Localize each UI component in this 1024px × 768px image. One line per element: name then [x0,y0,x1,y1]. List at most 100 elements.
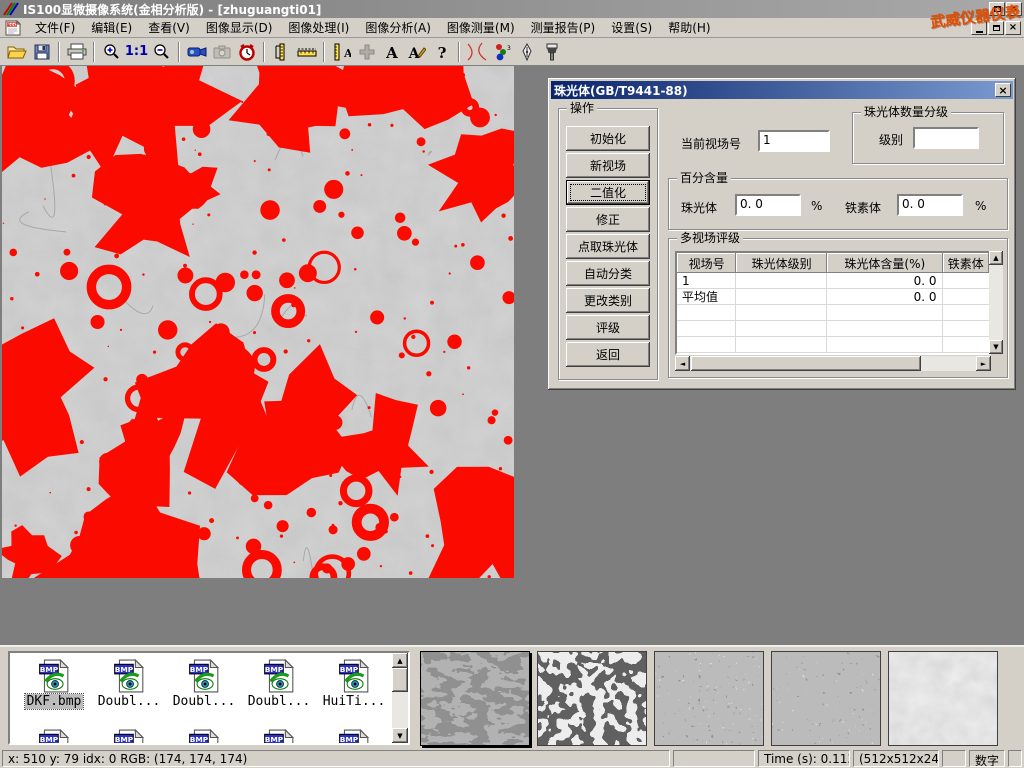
text-icon: A [384,44,400,60]
phase-classify-button[interactable]: 3 [489,40,514,64]
file-list-scrollbar[interactable]: ▲ ▼ [392,653,408,743]
menu-item-file[interactable]: 文件(F) [28,17,82,38]
scroll-right-button[interactable]: ► [976,356,991,371]
file-item[interactable] [18,729,90,745]
pearlite-input[interactable]: 0. 0 [735,194,801,216]
ferrite-unit: % [975,199,986,213]
file-list[interactable]: DKF.bmp Doubl... Doubl... Doubl... HuiTi… [8,651,410,745]
thumbnail-image-1[interactable] [420,651,530,746]
scroll-left-button[interactable]: ◄ [675,356,690,371]
timer-button[interactable] [234,40,259,64]
correct-button[interactable]: 修正 [566,207,650,232]
menu-item-image-analysis[interactable]: 图像分析(A) [358,17,438,38]
change-class-button[interactable]: 更改类别 [566,288,650,313]
return-button[interactable]: 返回 [566,342,650,367]
menu-item-measure-report[interactable]: 测量报告(P) [524,17,603,38]
move-cross-button[interactable] [354,40,379,64]
scrollbar-thumb[interactable] [392,668,408,692]
bmp-file-icon [337,659,371,693]
actual-size-button[interactable]: 1:1 [124,40,149,64]
auto-classify-button[interactable]: 自动分类 [566,261,650,286]
micrograph-image[interactable] [2,66,514,578]
menu-item-image-processing[interactable]: 图像处理(I) [281,17,356,38]
caliper-button[interactable] [269,40,294,64]
table-row[interactable]: 1 0. 0 [677,273,989,289]
menu-item-edit[interactable]: 编辑(E) [84,17,139,38]
ruler-button[interactable] [294,40,319,64]
thumbnail-image-5[interactable] [888,651,998,746]
mdi-minimize-button[interactable] [971,21,987,35]
restore-window-button[interactable] [989,2,1005,16]
operation-group-label: 操作 [567,101,597,115]
table-row[interactable]: 平均值 0. 0 [677,289,989,305]
print-button[interactable] [64,40,89,64]
thumbnail-image-3[interactable] [654,651,764,746]
binarize-button[interactable]: 二值化 [566,180,650,205]
brush-button[interactable] [539,40,564,64]
camera-button[interactable] [209,40,234,64]
zoom-in-button[interactable] [99,40,124,64]
file-item[interactable] [93,729,165,745]
grade-input[interactable] [913,127,979,149]
pick-pearlite-button[interactable]: 点取珠光体 [566,234,650,259]
menu-item-image-display[interactable]: 图像显示(D) [199,17,280,38]
file-item[interactable]: Doubl... [168,659,240,709]
menu-item-settings[interactable]: 设置(S) [604,17,659,38]
current-field-input[interactable]: 1 [758,130,830,152]
cell [736,273,827,289]
dialog-title-bar[interactable]: 珠光体(GB/T9441-88) × [551,81,1013,99]
file-item[interactable] [243,729,315,745]
ferrite-input[interactable]: 0. 0 [897,194,963,216]
close-window-button[interactable]: × [1006,2,1022,16]
file-name: HuiTi... [321,694,388,709]
col-pearlite-content[interactable]: 珠光体含量(%) [827,253,943,273]
scroll-down-button[interactable]: ▼ [392,728,408,743]
scroll-down-button[interactable]: ▼ [989,340,1003,354]
col-field-number[interactable]: 视场号 [677,253,736,273]
file-name: DKF.bmp [25,694,84,709]
curve-measure-button[interactable] [464,40,489,64]
thumbnail-image-2[interactable] [537,651,647,746]
current-field-label: 当前视场号 [681,135,741,152]
table-horizontal-scrollbar[interactable]: ◄ ► [675,356,991,371]
file-panel: DKF.bmp Doubl... Doubl... Doubl... HuiTi… [0,645,1024,748]
minimize-icon [976,31,983,33]
new-field-button[interactable]: 新视场 [566,153,650,178]
mdi-restore-button[interactable] [988,21,1004,35]
menu-item-image-measure[interactable]: 图像测量(M) [440,17,522,38]
pen-button[interactable] [514,40,539,64]
file-item[interactable]: Doubl... [243,659,315,709]
table-vertical-scrollbar[interactable]: ▲ ▼ [989,251,1003,354]
edit-text-button[interactable]: A [404,40,429,64]
mdi-close-button[interactable]: × [1005,21,1021,35]
bmp-file-icon [262,659,296,693]
help-button[interactable]: ? [429,40,454,64]
text-button[interactable]: A [379,40,404,64]
menu-item-view[interactable]: 查看(V) [141,17,197,38]
zoom-in-icon [103,43,120,60]
file-item[interactable]: DKF.bmp [18,659,90,709]
open-button[interactable] [4,40,29,64]
col-pearlite-grade[interactable]: 珠光体级别 [736,253,827,273]
file-item[interactable] [168,729,240,745]
col-ferrite[interactable]: 铁素体 [943,253,989,273]
menu-item-help[interactable]: 帮助(H) [661,17,717,38]
thumbnail-image-4[interactable] [771,651,881,746]
file-item[interactable]: HuiTi... [318,659,390,709]
dialog-close-button[interactable]: × [995,83,1011,97]
cell: 0. 0 [827,273,942,289]
file-item[interactable]: Doubl... [93,659,165,709]
file-item[interactable] [318,729,390,745]
scroll-up-button[interactable]: ▲ [392,653,408,668]
measure-label-button[interactable]: A [329,40,354,64]
cell: 平均值 [677,289,736,305]
init-button[interactable]: 初始化 [566,126,650,151]
file-name: Doubl... [171,694,238,709]
zoom-out-button[interactable] [149,40,174,64]
scrollbar-thumb[interactable] [691,356,921,371]
scroll-up-button[interactable]: ▲ [989,251,1003,265]
save-button[interactable] [29,40,54,64]
grade-button[interactable]: 评级 [566,315,650,340]
toolbar-separator [263,42,265,62]
video-capture-button[interactable] [184,40,209,64]
